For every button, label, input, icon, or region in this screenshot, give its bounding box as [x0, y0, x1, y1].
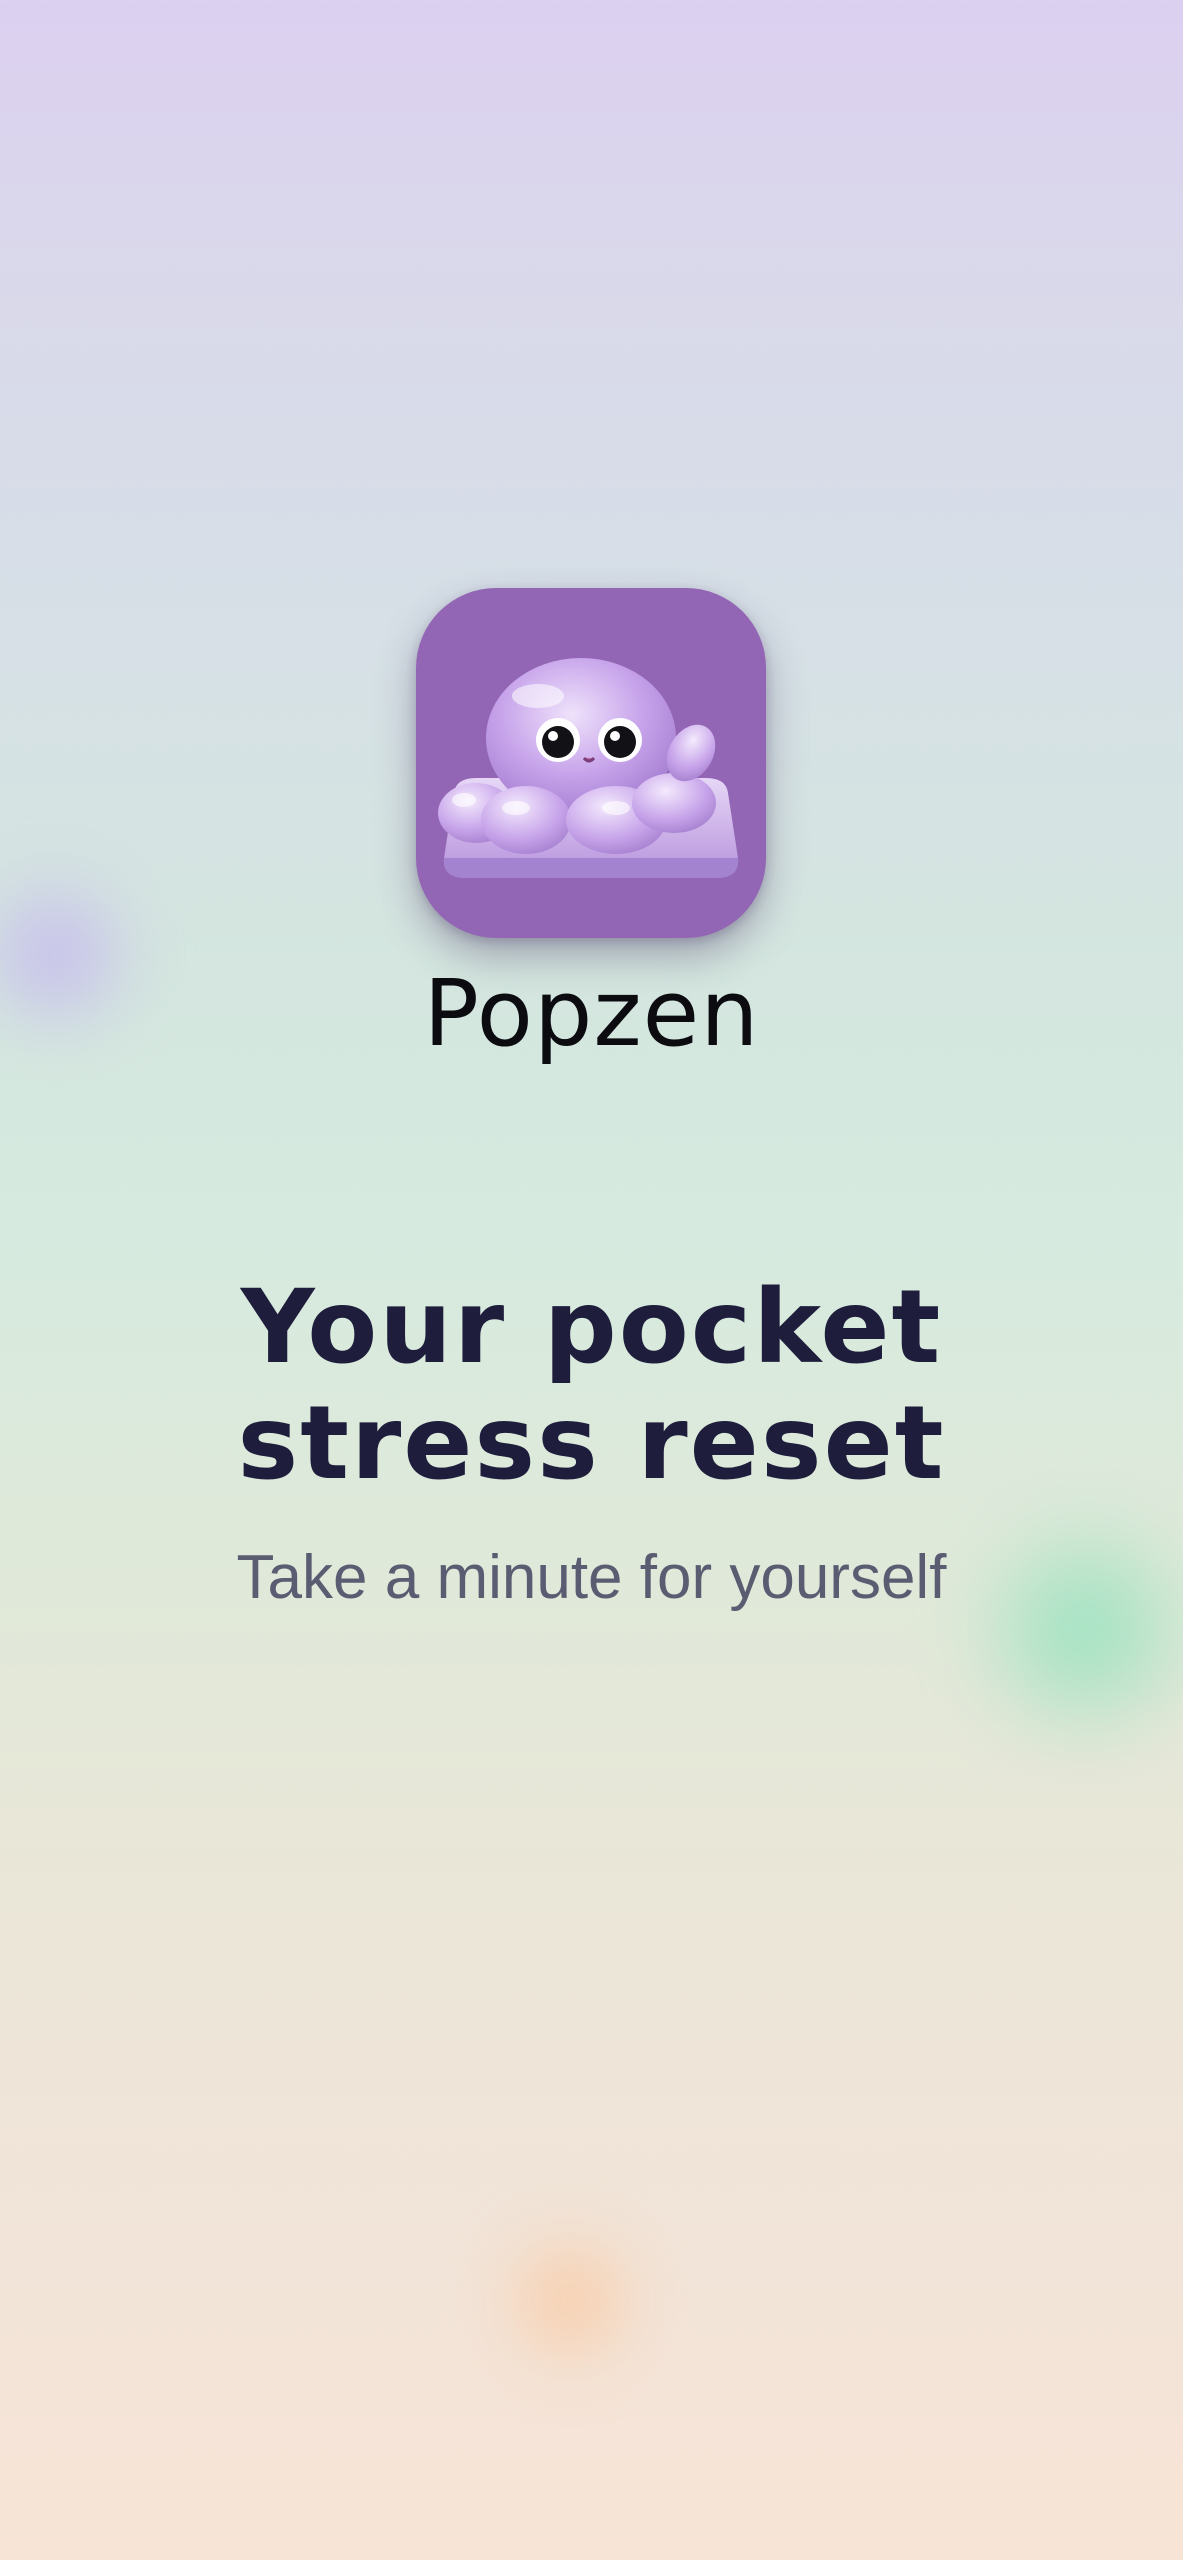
jelly-blob-mascot-icon [438, 658, 739, 878]
app-name: Popzen [423, 960, 760, 1067]
decorative-orange-blob [490, 2220, 650, 2380]
headline: Your pocket stress reset [237, 1268, 946, 1503]
decorative-green-blob [955, 1500, 1183, 1760]
app-logo-icon [416, 588, 766, 938]
subtitle: Take a minute for yourself [236, 1543, 947, 1612]
